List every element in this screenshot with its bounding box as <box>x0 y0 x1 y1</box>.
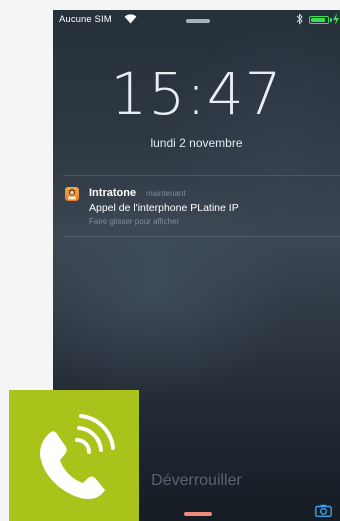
charging-icon <box>333 13 339 25</box>
notification-time: maintenant <box>146 189 186 198</box>
carrier-label: Aucune SIM <box>59 14 112 25</box>
notification-center-handle[interactable] <box>186 19 210 23</box>
status-bar: Aucune SIM <box>53 10 340 30</box>
app-icon <box>65 187 79 201</box>
control-center-handle[interactable] <box>184 512 212 516</box>
battery-fill <box>311 18 326 22</box>
divider <box>63 175 340 176</box>
notification-hint: Faire glisser pour afficher <box>89 217 180 226</box>
notification-app-name: Intratone <box>89 187 137 199</box>
notification-card[interactable]: Intratone maintenant Appel de l'interpho… <box>53 177 340 232</box>
divider <box>63 236 340 237</box>
wifi-icon <box>124 14 137 24</box>
phone-call-tile <box>9 390 139 521</box>
clock-time: 15:47 <box>110 60 283 128</box>
bluetooth-icon <box>296 13 303 25</box>
battery-tip <box>330 18 332 22</box>
clock-date: lundi 2 novembre <box>150 136 243 150</box>
battery-icon <box>309 16 329 24</box>
camera-icon[interactable] <box>315 504 332 517</box>
notification-message: Appel de l'interphone PLatine IP <box>89 202 239 214</box>
phone-call-icon <box>40 414 115 500</box>
